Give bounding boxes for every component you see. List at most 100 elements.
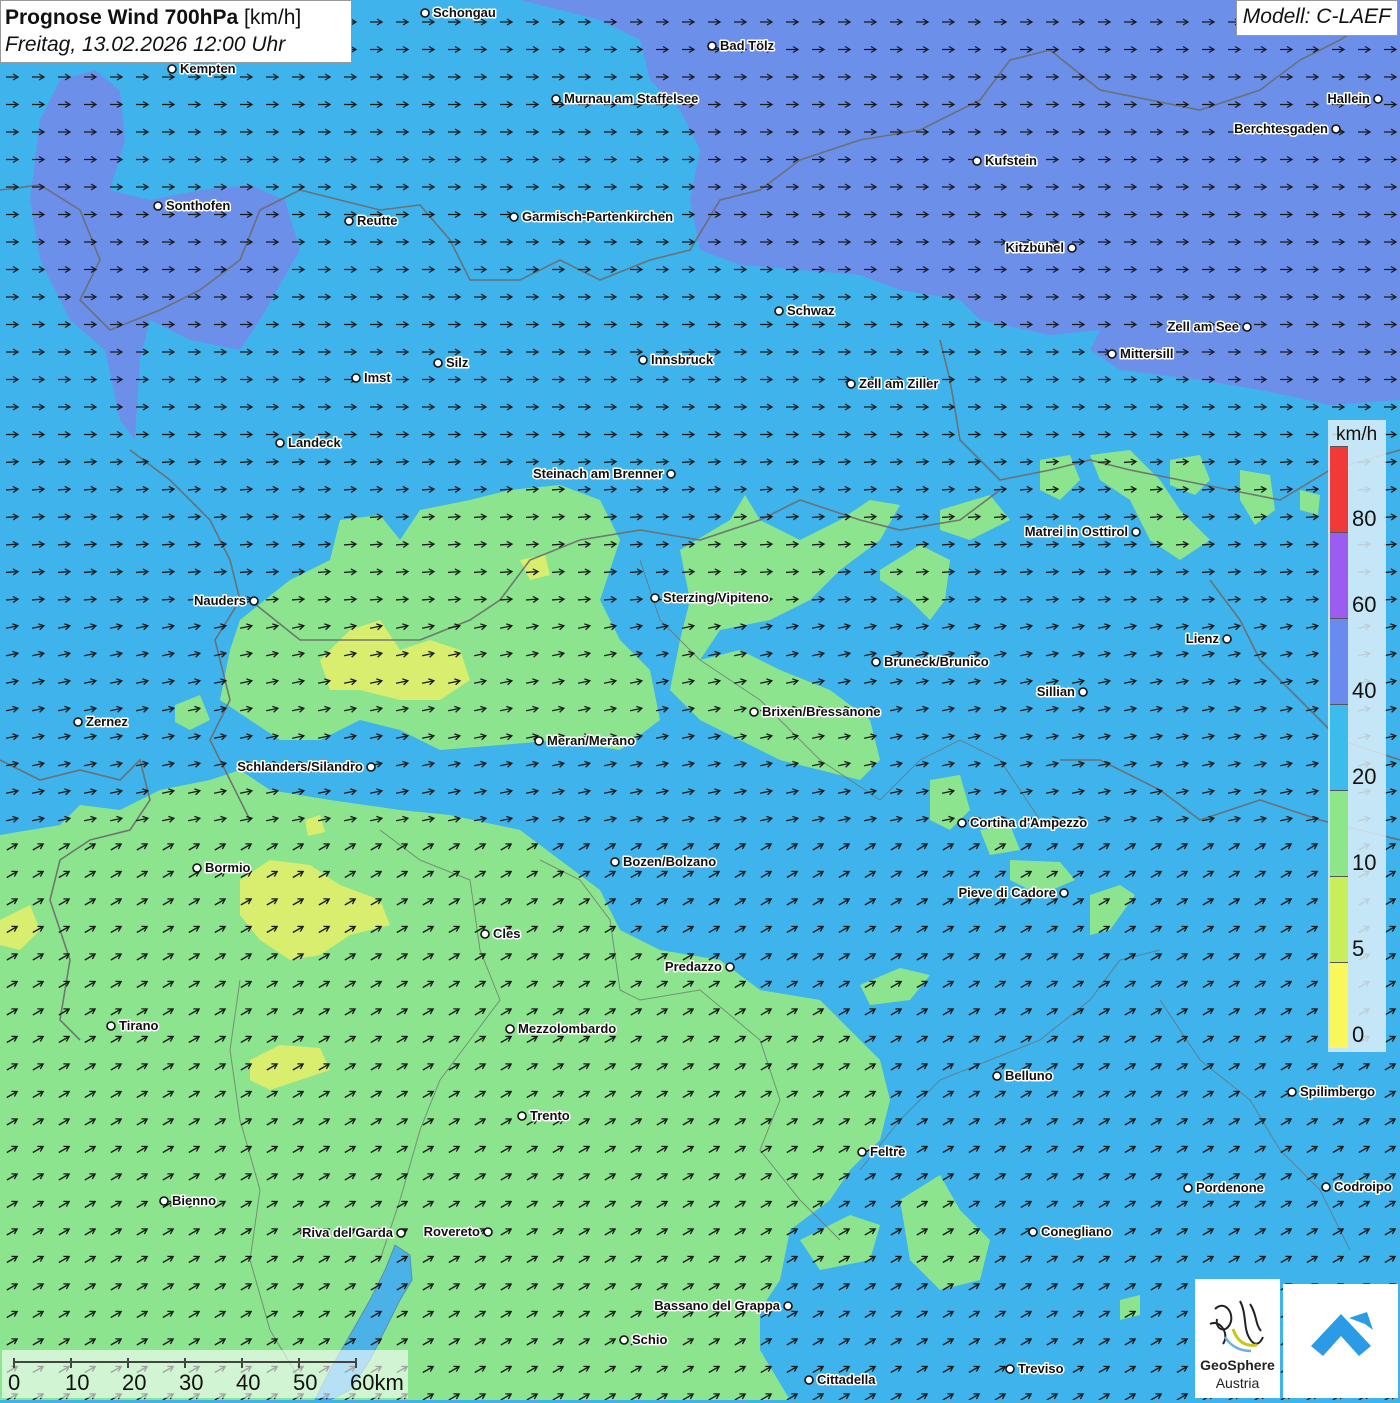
- color-legend: km/h 80 60 40 20 10 5 0: [1328, 420, 1386, 1052]
- city-dot: [106, 1021, 116, 1031]
- legend-tick-label: 40: [1352, 678, 1377, 703]
- city-label: Cortina d'Ampezzo: [970, 815, 1087, 830]
- city-dot: [749, 707, 759, 717]
- city-dot: [725, 962, 735, 972]
- geosphere-logo-country: Austria: [1215, 1375, 1260, 1391]
- city-label: Steinach am Brenner: [533, 466, 663, 481]
- city-dot: [1107, 349, 1117, 359]
- city-marker: Sterzing/Vipiteno: [650, 589, 770, 607]
- scale-tick-label: 40: [236, 1370, 261, 1395]
- city-label: Schwaz: [787, 303, 835, 318]
- city-label: Sterzing/Vipiteno: [663, 590, 769, 605]
- city-dot: [957, 818, 967, 828]
- city-marker: Schlanders/Silandro: [236, 758, 376, 776]
- forecast-date: Freitag, 13.02.2026 12:00 Uhr: [5, 33, 286, 56]
- city-label: Zernez: [86, 714, 128, 729]
- city-marker: Riva del Garda: [300, 1224, 406, 1242]
- city-label: Murnau am Staffelsee: [564, 91, 698, 106]
- city-label: Reutte: [357, 213, 397, 228]
- legend-segment: [1330, 790, 1348, 876]
- city-label: Bad Tölz: [720, 38, 775, 53]
- city-label: Conegliano: [1041, 1224, 1112, 1239]
- city-label: Trento: [530, 1108, 570, 1123]
- city-dot: [1131, 527, 1141, 537]
- scale-tick-label: 20: [122, 1370, 147, 1395]
- scale-tick-label: 50: [293, 1370, 318, 1395]
- city-marker: Mezzolombardo: [505, 1020, 618, 1038]
- city-dot: [505, 1024, 515, 1034]
- legend-segment: [1330, 618, 1348, 704]
- city-dot: [783, 1301, 793, 1311]
- city-dot: [650, 593, 660, 603]
- city-label: Kitzbühel: [1006, 240, 1065, 255]
- legend-segment: [1330, 446, 1348, 532]
- city-dot: [846, 379, 856, 389]
- city-dot: [1331, 124, 1341, 134]
- city-label: Mezzolombardo: [518, 1021, 616, 1036]
- map-title-unit: [km/h]: [244, 6, 302, 29]
- city-dot: [192, 863, 202, 873]
- scale-tick-label: 0: [8, 1370, 21, 1395]
- city-label: Kempten: [180, 61, 236, 76]
- city-dot: [871, 657, 881, 667]
- city-label: Bruneck/Brunico: [884, 654, 989, 669]
- city-dot: [73, 717, 83, 727]
- city-label: Hallein: [1327, 91, 1370, 106]
- legend-segment: [1330, 876, 1348, 962]
- city-label: Zell am See: [1167, 319, 1239, 334]
- city-dot: [396, 1228, 406, 1238]
- city-dot: [433, 358, 443, 368]
- city-label: Nauders: [194, 593, 246, 608]
- city-label: Belluno: [1005, 1068, 1053, 1083]
- city-dot: [483, 1227, 493, 1237]
- city-dot: [666, 469, 676, 479]
- city-dot: [1005, 1364, 1015, 1374]
- city-dot: [249, 596, 259, 606]
- city-label: Innsbruck: [651, 352, 714, 367]
- city-marker: Bassano del Grappa: [653, 1297, 793, 1315]
- scale-tick-label: 30: [179, 1370, 204, 1395]
- city-label: Codroipo: [1334, 1179, 1392, 1194]
- geosphere-logo: GeoSphere Austria: [1195, 1279, 1280, 1398]
- city-label: Feltre: [870, 1144, 905, 1159]
- title-box: Prognose Wind 700hPa [km/h] Freitag, 13.…: [0, 0, 352, 63]
- city-dot: [551, 94, 561, 104]
- legend-tick-label: 0: [1352, 1022, 1365, 1047]
- city-marker: Zell am See: [1166, 318, 1252, 336]
- city-marker: Innsbruck: [638, 351, 715, 369]
- legend-tick-label: 80: [1352, 506, 1377, 531]
- city-label: Sonthofen: [166, 198, 230, 213]
- city-marker: Berchtesgaden: [1233, 120, 1341, 138]
- scale-tick-label: 10: [65, 1370, 90, 1395]
- city-marker: Sonthofen: [153, 197, 232, 215]
- city-marker: Bruneck/Brunico: [871, 653, 990, 671]
- city-marker: Bozen/Bolzano: [610, 853, 718, 871]
- legend-segment: [1330, 704, 1348, 790]
- city-marker: Brixen/Bressanone: [749, 703, 882, 721]
- scale-bar-line: [13, 1358, 357, 1368]
- city-label: Bassano del Grappa: [654, 1298, 780, 1313]
- city-dot: [610, 857, 620, 867]
- legend-tick-label: 20: [1352, 764, 1377, 789]
- city-dot: [857, 1147, 867, 1157]
- city-marker: Steinach am Brenner: [531, 465, 676, 483]
- city-marker: Pordenone: [1183, 1179, 1265, 1197]
- city-label: Imst: [364, 370, 391, 385]
- city-marker: Matrei in Osttirol: [1023, 523, 1141, 541]
- wind-forecast-map: Schongau Kempten Bad Tölz Murnau am Staffel…: [0, 0, 1400, 1400]
- city-marker: Spilimbergo: [1287, 1083, 1377, 1101]
- city-label: Pordenone: [1196, 1180, 1264, 1195]
- city-dot: [1287, 1087, 1297, 1097]
- city-label: Meran/Merano: [547, 733, 635, 748]
- city-label: Bozen/Bolzano: [623, 854, 716, 869]
- city-dot: [517, 1111, 527, 1121]
- city-label: Bormio: [205, 860, 251, 875]
- city-dot: [534, 736, 544, 746]
- city-dot: [153, 201, 163, 211]
- city-label: Berchtesgaden: [1234, 121, 1328, 136]
- city-dot: [804, 1375, 814, 1385]
- city-dot: [638, 355, 648, 365]
- city-label: Rovereto: [424, 1224, 480, 1239]
- city-dot: [619, 1335, 629, 1345]
- city-dot: [1321, 1182, 1331, 1192]
